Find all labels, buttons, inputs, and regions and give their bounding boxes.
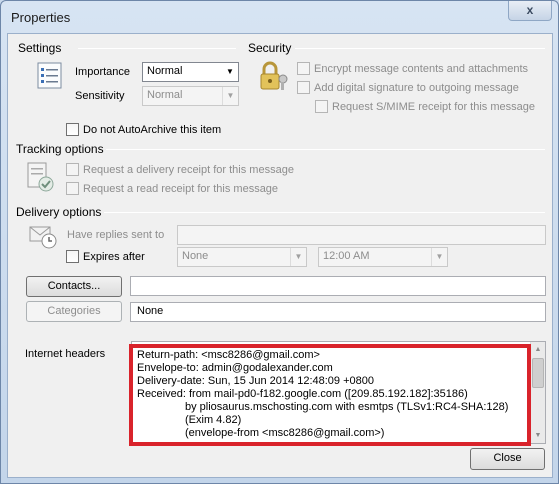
categories-field: None [130,302,546,322]
signature-checkbox[interactable] [297,81,310,94]
settings-divider [78,48,236,49]
scroll-up-icon[interactable]: ▲ [531,342,545,357]
chevron-down-icon: ▼ [431,248,447,266]
expires-time-value: 12:00 AM [323,250,370,262]
read-receipt-label: Request a read receipt for this message [83,183,279,195]
header-line: Envelope-to: admin@godalexander.com [137,362,333,374]
importance-value: Normal [147,65,183,77]
replies-input[interactable] [177,225,546,245]
close-icon: x [526,3,534,17]
header-line: Delivery-date: Sun, 15 Jun 2014 12:48:09… [137,375,374,387]
encrypt-label: Encrypt message contents and attachments [314,63,529,75]
smime-checkbox[interactable] [315,100,328,113]
categories-button-label: Categories [47,305,101,317]
expires-date-picker[interactable]: None ▼ [177,247,307,267]
window-close-button[interactable]: x [508,1,552,21]
chevron-down-icon: ▼ [290,248,306,266]
importance-label: Importance [75,66,131,78]
internet-headers-textarea[interactable]: Return-path: <msc8286@gmail.com> Envelop… [131,341,546,444]
header-line: Return-path: <msc8286@gmail.com> [137,349,320,361]
categories-value: None [137,305,164,317]
autoarchive-label: Do not AutoArchive this item [83,124,222,136]
smime-label: Request S/MIME receipt for this message [332,101,535,113]
close-button[interactable]: Close [470,448,545,470]
window-title: Properties [11,10,71,25]
settings-heading: Settings [18,41,62,55]
expires-date-value: None [182,250,209,262]
sensitivity-dropdown[interactable]: Normal ▼ [142,86,239,106]
scroll-thumb[interactable] [532,358,544,388]
chevron-down-icon: ▼ [222,87,238,105]
delivery-divider [104,212,545,213]
header-line: (Exim 4.82) [185,414,242,426]
delivery-icon [29,226,57,249]
contacts-button[interactable]: Contacts... [26,276,122,297]
chevron-down-icon: ▼ [226,67,234,76]
tracking-divider [106,149,545,150]
headers-scrollbar[interactable]: ▲ ▼ [530,342,545,443]
encrypt-checkbox[interactable] [297,62,310,75]
tracking-icon [27,162,54,192]
security-divider [295,48,545,49]
importance-dropdown[interactable]: Normal ▼ [142,62,239,82]
delivery-receipt-label: Request a delivery receipt for this mess… [83,164,294,176]
tracking-heading: Tracking options [16,142,104,156]
dialog-body: Settings Importance Normal ▼ Sensitivity… [7,33,553,478]
delivery-heading: Delivery options [16,205,102,219]
close-button-label: Close [493,452,522,464]
read-receipt-checkbox[interactable] [66,182,79,195]
delivery-receipt-checkbox[interactable] [66,163,79,176]
internet-headers-label: Internet headers [25,348,106,360]
expires-time-picker[interactable]: 12:00 AM ▼ [318,247,448,267]
scroll-down-icon[interactable]: ▼ [531,428,545,443]
replies-label: Have replies sent to [67,229,165,241]
security-lock-icon [260,61,288,90]
title-bar: Properties x [1,1,558,33]
header-line: Received: from mail-pd0-f182.google.com … [137,388,468,400]
header-line: by pliosaurus.mschosting.com with esmtps… [185,401,509,413]
expires-checkbox[interactable] [66,250,79,263]
expires-label: Expires after [83,251,145,263]
settings-list-icon [37,62,62,89]
properties-window: Properties x Settings Importance Normal … [0,0,559,484]
contacts-button-label: Contacts... [47,280,101,292]
header-line: (envelope-from <msc8286@gmail.com>) [185,427,385,439]
sensitivity-label: Sensitivity [75,90,125,102]
contacts-input[interactable] [130,276,546,296]
security-heading: Security [248,41,292,55]
signature-label: Add digital signature to outgoing messag… [314,82,519,94]
categories-button[interactable]: Categories [26,301,122,322]
internet-headers-text: Return-path: <msc8286@gmail.com> Envelop… [137,349,527,440]
autoarchive-checkbox[interactable] [66,123,79,136]
sensitivity-value: Normal [147,89,183,101]
